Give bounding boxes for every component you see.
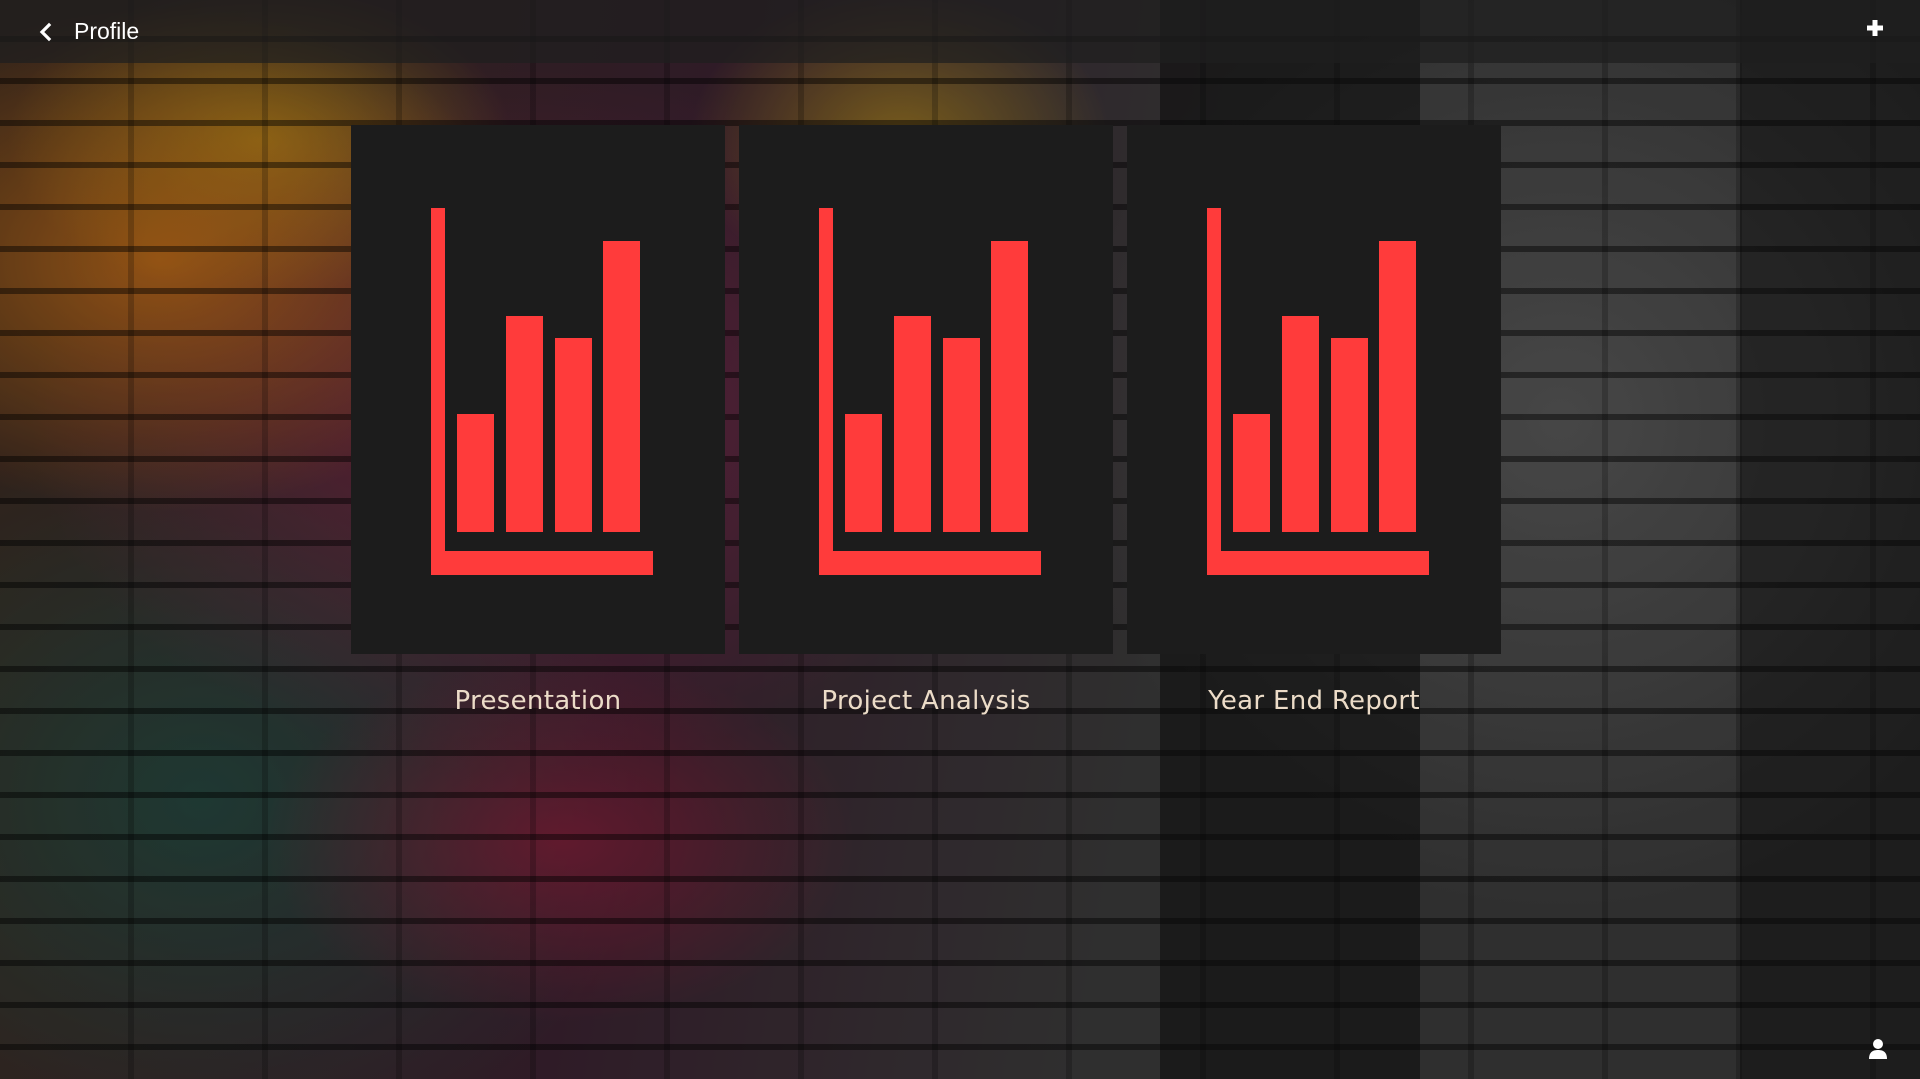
top-bar: Profile	[0, 0, 1920, 63]
user-button[interactable]	[1866, 1037, 1890, 1061]
add-button[interactable]	[1860, 15, 1890, 45]
report-card-tile	[351, 125, 725, 654]
bar-chart-icon	[819, 208, 1041, 575]
report-card-presentation[interactable]: Presentation	[351, 125, 725, 716]
bar-chart-icon	[431, 208, 653, 575]
report-card-label: Year End Report	[1208, 686, 1420, 716]
chevron-left-icon	[36, 22, 56, 42]
report-card-tile	[739, 125, 1113, 654]
plus-icon	[1865, 18, 1885, 42]
report-card-year-end-report[interactable]: Year End Report	[1127, 125, 1501, 716]
bar-chart-icon	[1207, 208, 1429, 575]
report-card-label: Presentation	[454, 686, 622, 716]
report-card-tile	[1127, 125, 1501, 654]
back-button[interactable]: Profile	[0, 0, 149, 63]
report-card-project-analysis[interactable]: Project Analysis	[739, 125, 1113, 716]
user-icon	[1866, 1039, 1890, 1065]
back-button-label: Profile	[74, 18, 140, 44]
report-card-label: Project Analysis	[821, 686, 1031, 716]
